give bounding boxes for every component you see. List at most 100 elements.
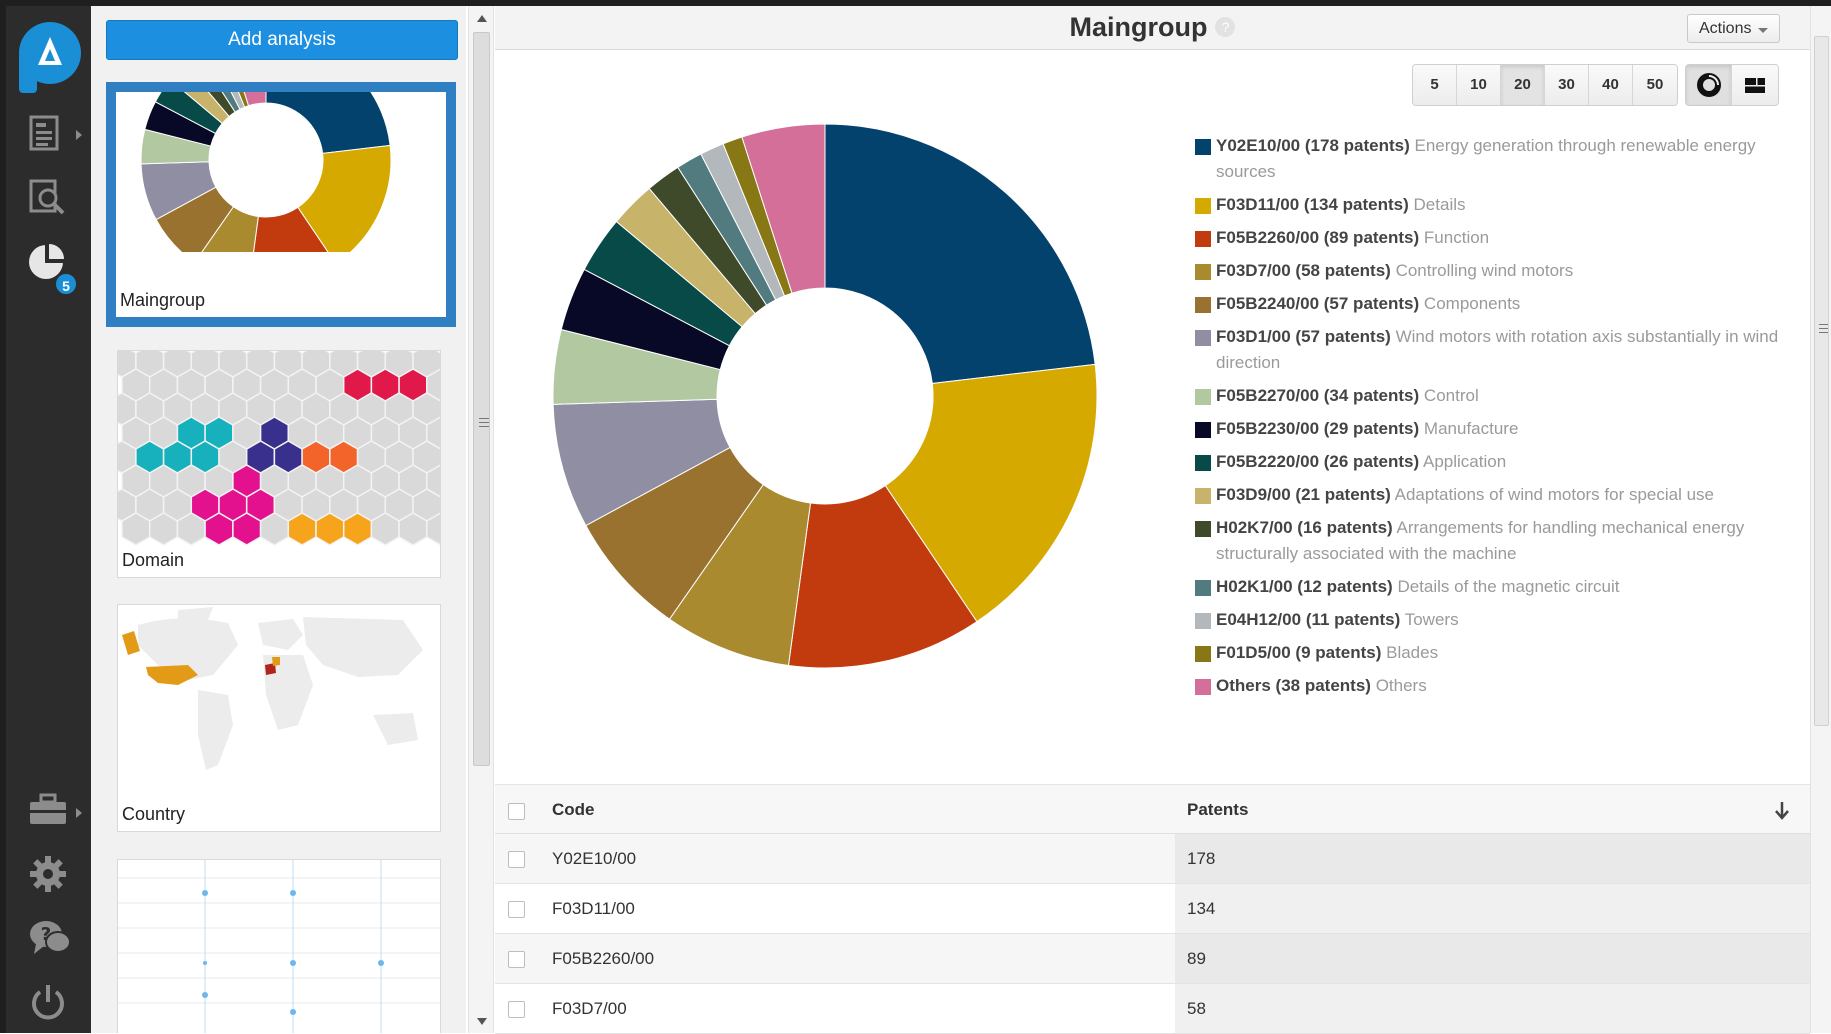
legend-description: Application: [1422, 452, 1507, 471]
top-n-option-50[interactable]: 50: [1633, 65, 1677, 105]
country-worldmap-thumb: [122, 607, 423, 770]
code-column-header[interactable]: Code: [552, 800, 595, 820]
app-logo-icon[interactable]: [17, 21, 83, 95]
legend-swatch: [1195, 646, 1211, 662]
legend-item[interactable]: H02K1/00 (12 patents) Details of the mag…: [1195, 574, 1800, 600]
patents-cell-bg: [1175, 884, 1810, 933]
patents-cell: 89: [1187, 949, 1206, 968]
scrollbar-thumb[interactable]: [1814, 36, 1829, 726]
legend-item[interactable]: F03D1/00 (57 patents) Wind motors with r…: [1195, 324, 1800, 376]
patents-cell: 58: [1187, 999, 1206, 1018]
legend-item[interactable]: F03D9/00 (21 patents) Adaptations of win…: [1195, 482, 1800, 508]
patents-cell-bg: [1175, 934, 1810, 983]
legend-count: (38 patents): [1275, 676, 1371, 695]
top-n-option-5[interactable]: 5: [1413, 65, 1457, 105]
legend-code: E04H12/00: [1216, 610, 1302, 629]
donut-view-button[interactable]: [1686, 65, 1732, 105]
search-documents-icon[interactable]: [28, 178, 72, 222]
top-n-option-20[interactable]: 20: [1501, 65, 1545, 105]
legend-item[interactable]: F05B2260/00 (89 patents) Function: [1195, 225, 1800, 251]
legend-item[interactable]: F05B2270/00 (34 patents) Control: [1195, 383, 1800, 409]
analysis-thumb-domain[interactable]: Domain: [117, 350, 441, 578]
legend-item[interactable]: F05B2230/00 (29 patents) Manufacture: [1195, 416, 1800, 442]
legend-item[interactable]: E04H12/00 (11 patents) Towers: [1195, 607, 1800, 633]
treemap-view-button[interactable]: [1732, 65, 1778, 105]
legend-swatch: [1195, 679, 1211, 695]
row-checkbox[interactable]: [508, 1001, 525, 1018]
analysis-list: Add analysis Maingroup Domain Country: [91, 6, 466, 1033]
scroll-down-icon[interactable]: [477, 1018, 487, 1025]
submenu-caret-icon: [76, 130, 82, 140]
analysis-thumb-scatter[interactable]: [117, 859, 441, 1033]
analysis-list-scrollbar[interactable]: [468, 6, 494, 1033]
legend-swatch: [1195, 297, 1211, 313]
legend-count: (12 patents): [1297, 577, 1393, 596]
main-scrollbar[interactable]: [1810, 6, 1831, 1033]
select-all-checkbox[interactable]: [508, 803, 525, 820]
scrollbar-thumb[interactable]: [473, 32, 490, 766]
legend-item[interactable]: F03D11/00 (134 patents) Details: [1195, 192, 1800, 218]
legend-item[interactable]: F05B2220/00 (26 patents) Application: [1195, 449, 1800, 475]
legend-item[interactable]: Y02E10/00 (178 patents) Energy generatio…: [1195, 133, 1800, 185]
legend-count: (21 patents): [1295, 485, 1391, 504]
help-icon[interactable]: ?: [1215, 17, 1236, 37]
legend-code: Y02E10/00: [1216, 136, 1301, 155]
legend-item[interactable]: Others (38 patents) Others: [1195, 673, 1800, 699]
legend-code: H02K1/00: [1216, 577, 1293, 596]
help-chat-icon[interactable]: ?: [28, 918, 72, 962]
legend-item[interactable]: F05B2240/00 (57 patents) Components: [1195, 291, 1800, 317]
top-n-option-40[interactable]: 40: [1589, 65, 1633, 105]
row-checkbox[interactable]: [508, 901, 525, 918]
legend-code: F05B2220/00: [1216, 452, 1320, 471]
code-cell: F03D7/00: [552, 999, 627, 1018]
legend-item[interactable]: F03D7/00 (58 patents) Controlling wind m…: [1195, 258, 1800, 284]
legend-description: Components: [1423, 294, 1521, 313]
legend-swatch: [1195, 198, 1211, 214]
table-row[interactable]: F03D7/00 58: [495, 984, 1810, 1034]
icon-sidebar: 5 ?: [6, 6, 91, 1033]
top-n-selector: 5 10 20 30 40 50: [1412, 64, 1678, 106]
row-checkbox[interactable]: [508, 851, 525, 868]
legend-code: F03D9/00: [1216, 485, 1291, 504]
analysis-pie-icon[interactable]: 5: [28, 242, 78, 296]
actions-label: Actions: [1699, 20, 1752, 37]
legend-count: (134 patents): [1303, 195, 1409, 214]
actions-dropdown[interactable]: Actions: [1687, 14, 1780, 43]
reports-icon[interactable]: [28, 114, 82, 158]
legend-code: H02K7/00: [1216, 518, 1293, 537]
donut-slice-main-y02e1000[interactable]: [824, 123, 1096, 385]
toolbox-icon[interactable]: [28, 792, 82, 836]
legend-code: Others: [1216, 676, 1271, 695]
legend-description: Details: [1413, 195, 1466, 214]
legend-code: F03D11/00: [1216, 195, 1300, 214]
patents-cell: 134: [1187, 899, 1216, 918]
legend-item[interactable]: F01D5/00 (9 patents) Blades: [1195, 640, 1800, 666]
logout-power-icon[interactable]: [28, 982, 72, 1026]
maingroup-donut-chart: [552, 123, 1098, 669]
sort-descending-icon[interactable]: [1774, 799, 1790, 821]
legend-count: (26 patents): [1323, 452, 1420, 471]
row-checkbox[interactable]: [508, 951, 525, 968]
table-row[interactable]: Y02E10/00 178: [495, 834, 1810, 884]
analysis-count-badge: 5: [54, 272, 78, 296]
table-row[interactable]: F05B2260/00 89: [495, 934, 1810, 984]
patents-column-header[interactable]: Patents: [1187, 800, 1248, 820]
scroll-up-icon[interactable]: [477, 15, 487, 22]
domain-hexmap-thumb: [118, 351, 440, 546]
legend-item[interactable]: H02K7/00 (16 patents) Arrangements for h…: [1195, 515, 1800, 567]
legend-description: Others: [1375, 676, 1427, 695]
analysis-thumb-maingroup[interactable]: Maingroup: [106, 82, 456, 327]
settings-gear-icon[interactable]: [28, 854, 72, 898]
analysis-thumb-country[interactable]: Country: [117, 604, 441, 832]
legend-swatch: [1195, 613, 1211, 629]
table-row[interactable]: F03D11/00 134: [495, 884, 1810, 934]
add-analysis-button[interactable]: Add analysis: [106, 20, 458, 60]
legend-code: F05B2230/00: [1216, 419, 1320, 438]
legend-swatch: [1195, 389, 1211, 405]
legend-swatch: [1195, 330, 1211, 346]
legend-swatch: [1195, 231, 1211, 247]
top-n-option-30[interactable]: 30: [1545, 65, 1589, 105]
submenu-caret-icon: [76, 808, 82, 818]
legend-count: (57 patents): [1295, 327, 1391, 346]
top-n-option-10[interactable]: 10: [1457, 65, 1501, 105]
